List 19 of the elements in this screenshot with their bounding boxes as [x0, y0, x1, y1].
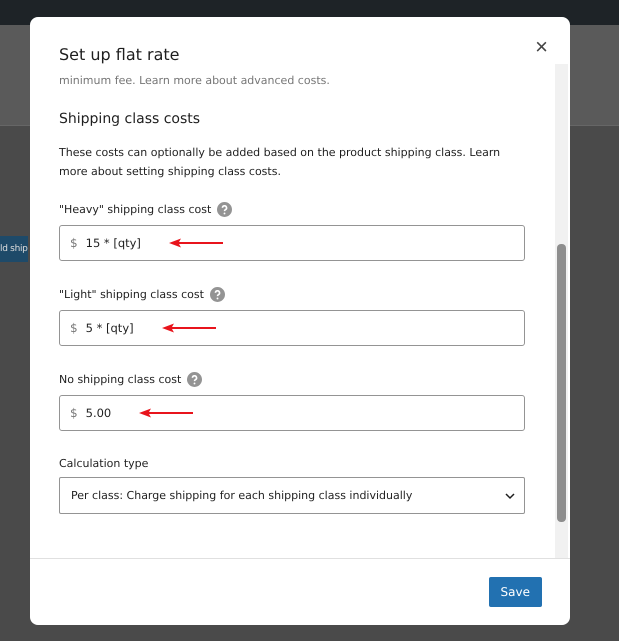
help-icon[interactable] — [210, 286, 225, 302]
help-text: minimum fee. Learn more about advanced costs. — [59, 74, 331, 87]
help-icon[interactable] — [217, 202, 232, 216]
field-label: "Heavy" shipping class cost — [59, 202, 212, 216]
section-title: Shipping class costs — [59, 111, 202, 127]
help-icon[interactable] — [187, 372, 202, 386]
calculation-type-select[interactable]: Per class: Charge shipping for each shipping class individually — [59, 477, 525, 514]
field-label: No shipping class cost — [59, 372, 182, 386]
field-label: "Light" shipping class cost — [59, 288, 204, 300]
dialog-title: Set up flat rate — [59, 45, 180, 64]
close-button[interactable]: × — [535, 39, 548, 55]
save-button[interactable]: Save — [488, 577, 542, 607]
cost-input[interactable]: $ 5.00 — [59, 395, 525, 431]
scrollbar[interactable] — [555, 64, 568, 558]
add-button[interactable]: ld ship — [0, 236, 28, 262]
cost-input[interactable]: $ 5 * [qty] — [59, 310, 525, 346]
section-description: These costs can optionally be added based on the product shipping class. Learn more about setting shipping class costs. — [59, 145, 502, 180]
cost-input[interactable]: $ 15 * [qty] — [59, 225, 525, 261]
field-label: Calculation type — [59, 457, 150, 470]
